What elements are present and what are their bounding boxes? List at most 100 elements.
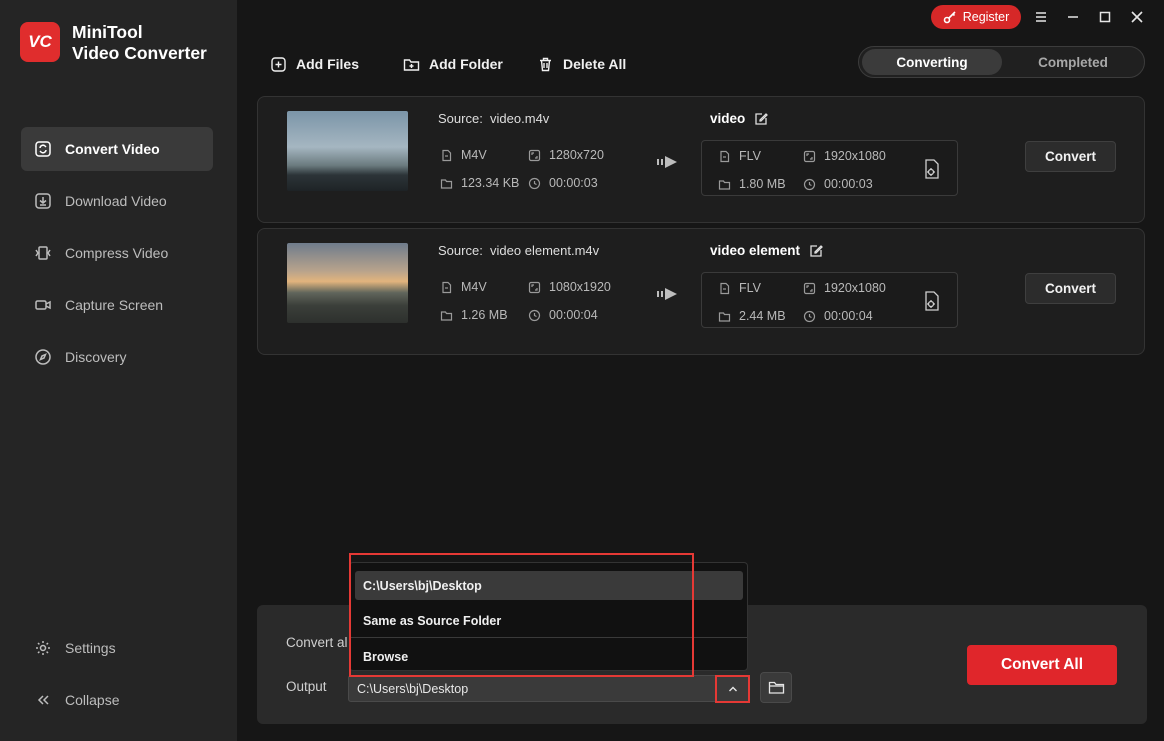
app-name-line2: Video Converter [72,43,207,63]
resolution-icon [803,150,816,162]
download-icon [34,192,52,210]
folder-icon [718,179,731,190]
output-dropdown-toggle[interactable] [715,675,750,703]
resolution-icon [803,282,816,294]
status-tabs: Converting Completed [858,46,1145,78]
output-path-dropdown: C:\Users\bj\Desktop Same as Source Folde… [349,562,748,671]
add-files-button[interactable]: Add Files [270,53,359,75]
source-line: Source: video.m4v [438,111,549,126]
source-duration-value: 00:00:04 [549,308,598,322]
double-chevron-left-icon [34,691,52,709]
output-format: FLV [718,149,761,163]
menu-button[interactable] [1032,8,1050,26]
source-line: Source: video element.m4v [438,243,599,258]
sidebar-item-capture-screen[interactable]: Capture Screen [21,283,213,327]
sidebar-item-label: Settings [65,640,116,656]
convert-button[interactable]: Convert [1025,141,1116,172]
file-settings-icon[interactable] [921,158,943,180]
source-format-value: M4V [461,148,487,162]
sidebar: VC MiniTool Video Converter Convert Vide… [0,0,237,741]
video-thumbnail[interactable] [287,243,408,323]
output-label: Output [286,679,327,694]
register-button[interactable]: Register [931,5,1021,29]
sidebar-item-download-video[interactable]: Download Video [21,179,213,223]
source-size: 1.26 MB [440,308,508,322]
sidebar-item-convert-video[interactable]: Convert Video [21,127,213,171]
register-label: Register [962,10,1010,24]
add-files-label: Add Files [296,56,360,72]
sidebar-item-label: Compress Video [65,245,169,261]
open-folder-button[interactable] [760,672,792,703]
add-folder-button[interactable]: Add Folder [403,53,503,75]
delete-all-button[interactable]: Delete All [537,53,626,75]
resolution-icon [528,281,541,293]
tab-converting[interactable]: Converting [862,49,1002,75]
source-format-value: M4V [461,280,487,294]
sidebar-item-settings[interactable]: Settings [21,626,213,670]
source-format: M4V [440,148,487,162]
source-duration: 00:00:04 [528,308,598,322]
output-name: video [710,111,769,126]
output-format-box[interactable]: FLV 1920x1080 1.80 MB 00:00:03 [701,140,958,196]
sidebar-item-label: Convert Video [65,141,160,157]
minimize-icon [1068,16,1078,18]
app-name-line1: MiniTool [72,22,143,42]
source-size-value: 1.26 MB [461,308,508,322]
tab-completed[interactable]: Completed [1005,49,1141,75]
output-path-value: C:\Users\bj\Desktop [357,681,469,696]
add-folder-icon [403,58,420,71]
output-format-box[interactable]: FLV 1920x1080 2.44 MB 00:00:04 [701,272,958,328]
divider [350,637,747,638]
file-card: Source: video element.m4v M4V 1080x1920 … [257,228,1145,355]
trash-icon [540,57,551,71]
convert-all-files-label: Convert al [286,635,348,650]
minimize-button[interactable] [1064,8,1082,26]
add-file-icon [271,56,286,72]
sidebar-item-discovery[interactable]: Discovery [21,335,213,379]
app-name: MiniTool Video Converter [72,22,207,64]
file-icon [720,150,730,162]
sidebar-item-compress-video[interactable]: Compress Video [21,231,213,275]
source-file-name: video.m4v [490,111,550,126]
convert-all-button[interactable]: Convert All [967,645,1117,685]
gear-icon [34,639,52,657]
file-settings-icon[interactable] [921,290,943,312]
file-icon [442,149,452,161]
output-path-select[interactable]: C:\Users\bj\Desktop [348,675,750,702]
maximize-button[interactable] [1096,8,1114,26]
source-resolution-value: 1280x720 [549,148,604,162]
convert-icon [34,140,52,158]
output-resolution: 1920x1080 [803,149,886,163]
compress-icon [34,244,52,262]
output-size: 2.44 MB [718,309,786,323]
output-duration: 00:00:03 [803,177,873,191]
file-card: Source: video.m4v M4V 1280x720 123.34 KB… [257,96,1145,223]
video-thumbnail[interactable] [287,111,408,191]
resolution-icon [528,149,541,161]
output-size: 1.80 MB [718,177,786,191]
source-label: Source: [438,111,483,126]
output-size-value: 1.80 MB [739,177,786,191]
convert-button[interactable]: Convert [1025,273,1116,304]
folder-icon [768,681,784,694]
app-logo: VC [20,22,60,62]
source-size-value: 123.34 KB [461,176,520,190]
edit-icon[interactable] [754,112,769,126]
dropdown-option-desktop[interactable]: C:\Users\bj\Desktop [355,571,743,600]
output-duration: 00:00:04 [803,309,873,323]
clock-icon [528,177,541,189]
delete-all-label: Delete All [563,56,627,72]
source-duration-value: 00:00:03 [549,176,598,190]
key-icon [943,10,957,24]
output-resolution: 1920x1080 [803,281,886,295]
close-button[interactable] [1128,8,1146,26]
dropdown-option-same-as-source[interactable]: Same as Source Folder [355,606,743,635]
source-format: M4V [440,280,487,294]
edit-icon[interactable] [809,244,823,258]
source-resolution: 1280x720 [528,148,604,162]
close-icon [1131,11,1143,23]
sidebar-item-collapse[interactable]: Collapse [21,678,213,722]
dropdown-option-browse[interactable]: Browse [355,642,743,671]
output-duration-value: 00:00:03 [824,177,873,191]
hamburger-icon [1036,12,1046,22]
